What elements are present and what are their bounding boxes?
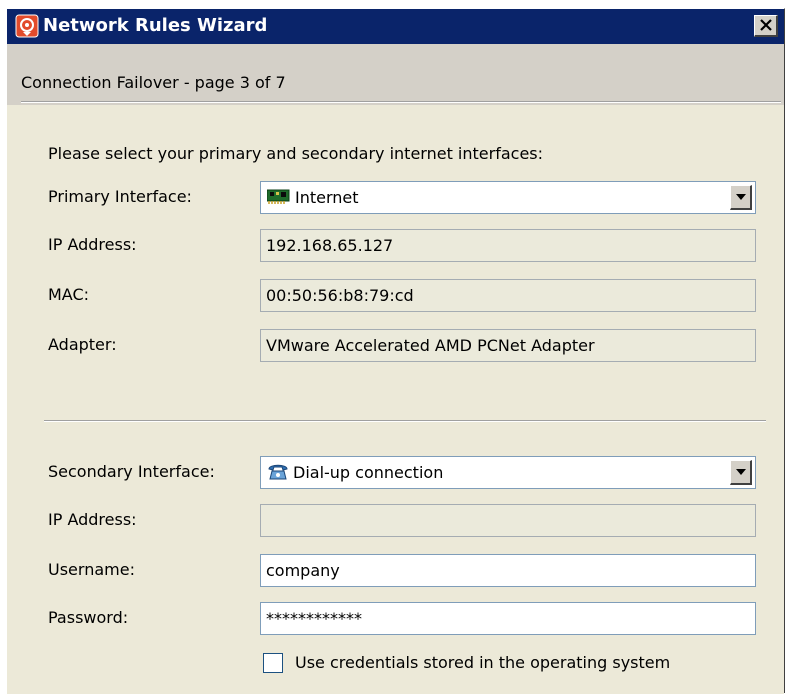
network-rules-app-icon [15,14,39,38]
username-label: Username: [48,560,135,579]
wizard-window: Network Rules Wizard Connection Failover… [6,8,785,694]
wizard-header: Connection Failover - page 3 of 7 [7,44,784,106]
dialup-phone-icon [267,461,289,485]
secondary-interface-dropdown[interactable]: Dial-up connection [260,456,756,489]
close-button[interactable] [754,15,778,37]
secondary-interface-label: Secondary Interface: [48,462,215,481]
primary-ip-field: 192.168.65.127 [260,229,756,262]
page-subtitle: Connection Failover - page 3 of 7 [21,73,286,92]
secondary-interface-value: Dial-up connection [293,463,444,482]
window-title: Network Rules Wizard [43,15,268,36]
chevron-down-icon[interactable] [730,185,752,210]
secondary-ip-label: IP Address: [48,510,137,529]
secondary-ip-field [260,504,756,537]
primary-ip-label: IP Address: [48,235,137,254]
network-card-icon [266,188,291,208]
primary-adapter-field: VMware Accelerated AMD PCNet Adapter [260,329,756,362]
primary-mac-label: MAC: [48,285,90,304]
username-input[interactable]: company [260,554,756,587]
section-divider [44,420,766,422]
primary-mac-field: 00:50:56:b8:79:cd [260,279,756,312]
primary-interface-label: Primary Interface: [48,187,192,206]
wizard-content: Please select your primary and secondary… [7,105,784,694]
close-icon [759,16,772,35]
password-input[interactable]: ************ [260,602,756,635]
primary-interface-dropdown[interactable]: Internet [260,181,756,214]
instructions-text: Please select your primary and secondary… [48,144,544,163]
primary-interface-value: Internet [295,188,359,207]
header-divider [21,101,781,103]
use-credentials-checkbox[interactable] [263,653,283,673]
password-label: Password: [48,608,129,627]
primary-adapter-label: Adapter: [48,335,117,354]
chevron-down-icon[interactable] [730,460,752,485]
title-bar[interactable]: Network Rules Wizard [7,9,784,44]
use-credentials-label[interactable]: Use credentials stored in the operating … [295,653,670,673]
